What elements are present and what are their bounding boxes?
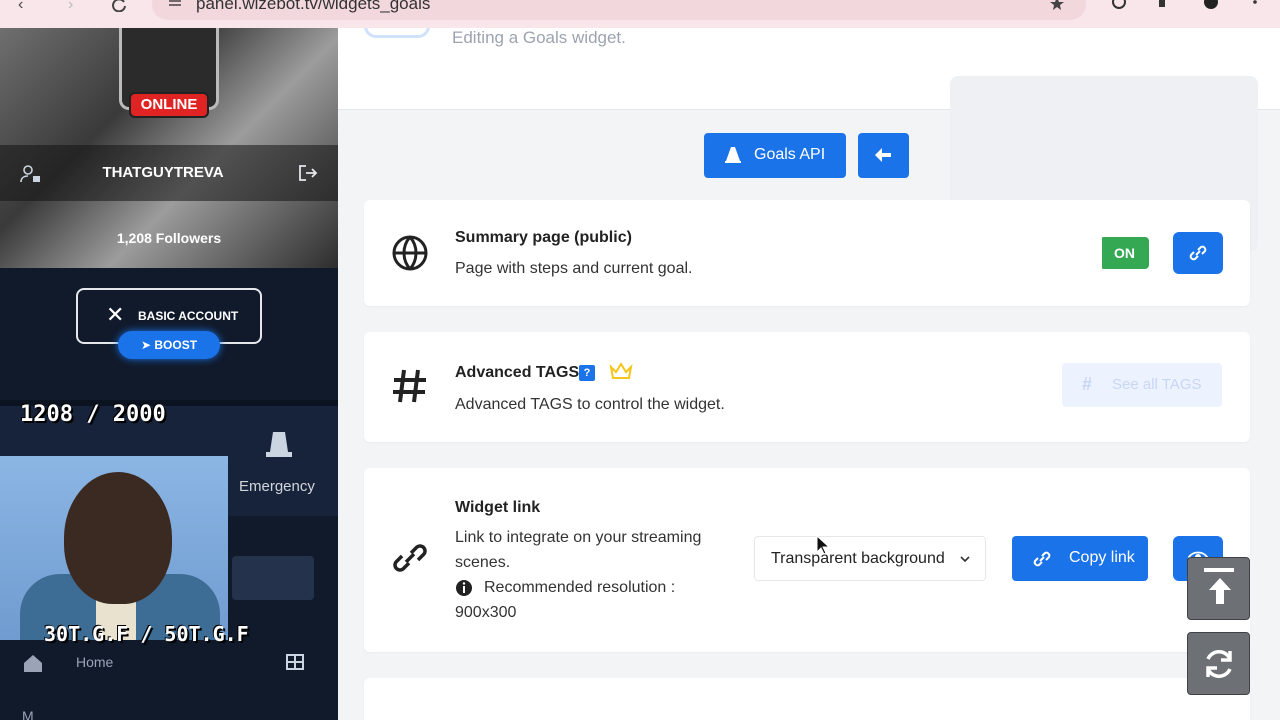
hashtag-icon: # [1082,374,1093,394]
copy-link-button[interactable]: Copy link [1012,536,1148,581]
arrow-up-icon [1209,578,1231,604]
back-icon[interactable]: ‹ [18,0,38,18]
next-card [364,678,1250,720]
card-description: Advanced TAGS to control the widget. [455,396,725,413]
header-pill [364,28,430,38]
background-select[interactable]: Transparent background [754,536,986,581]
back-button[interactable] [858,133,909,178]
goals-api-button[interactable]: Goals API [704,133,846,178]
close-icon: ✕ [106,302,125,327]
sidebar: ONLINE THATGUYTREVA 1,208 Followers ✕ BA… [0,28,338,720]
page-subtitle: Editing a Goals widget. [452,28,626,47]
mouse-cursor-icon [816,535,830,555]
emergency-label[interactable]: Emergency [239,478,315,495]
globe-icon [392,235,428,271]
sidebar-item-home[interactable]: Home [76,654,113,670]
advanced-tags-card: Advanced TAGS ? Advanced TAGS to control… [364,332,1250,442]
profile-avatar-icon[interactable] [1202,0,1220,12]
background-select-value: Transparent background [771,550,945,567]
see-all-tags-button[interactable]: # See all TAGS [1062,363,1222,407]
scroll-to-top-button[interactable] [1187,557,1250,620]
username: THATGUYTREVA [102,164,224,181]
open-link-button[interactable] [1173,232,1223,274]
browser-toolbar: ‹ › panel.wizebot.tv/widgets_goals [0,0,1280,28]
status-badge: ONLINE [129,92,209,118]
boost-label: BOOST [154,338,198,352]
share-icon[interactable] [1156,0,1174,12]
public-toggle[interactable]: ON [1098,237,1149,269]
sidebar-item-partial[interactable]: M [22,708,34,720]
chain-link-icon [393,544,427,572]
main-content: Editing a Goals widget. Goals API Summar… [338,28,1280,720]
chevron-down-icon [960,556,970,563]
url-text[interactable]: panel.wizebot.tv/widgets_goals [196,0,430,14]
card-description: Page with steps and current goal. [455,260,693,277]
boost-button[interactable]: ➤ BOOST [118,331,220,359]
refresh-icon [1206,650,1232,678]
reload-icon[interactable] [110,0,128,12]
site-info-icon[interactable] [168,0,182,8]
link-icon [1189,245,1207,261]
goal-overlay-text: 30T.G.F / 50T.G.F [44,622,249,646]
hashtag-icon [393,369,426,403]
follower-goal-overlay: 1208 / 2000 [20,402,166,427]
extension-icon[interactable] [1110,0,1128,12]
crown-icon [609,362,633,379]
webcam-person-head [64,472,172,604]
resolution-note: Recommended resolution : 900x300 [455,579,676,621]
goals-api-label: Goals API [754,146,826,163]
menu-kebab-icon[interactable] [1246,0,1264,12]
see-all-tags-label: See all TAGS [1112,376,1202,393]
traffic-cone-icon [725,147,741,163]
forward-icon[interactable]: › [68,0,88,18]
summary-page-card: Summary page (public) Page with steps an… [364,200,1250,306]
card-description: Link to integrate on your streaming scen… [455,529,702,571]
link-icon [1033,551,1051,567]
account-type-label: BASIC ACCOUNT [138,309,239,323]
card-title: Summary page (public) [455,229,632,246]
refresh-button[interactable] [1187,632,1250,695]
logout-icon[interactable] [298,164,318,182]
panel-layout-icon[interactable] [286,654,304,670]
help-badge[interactable]: ? [579,365,595,381]
card-title: Widget link [455,499,541,516]
card-title: Advanced TAGS [455,364,580,381]
bookmark-star-icon[interactable] [1048,0,1066,12]
webcam-feed [0,456,228,640]
copy-link-label: Copy link [1069,549,1135,566]
followers-count: 1,208 Followers [116,230,222,246]
home-icon[interactable] [22,652,44,674]
sidebar-item[interactable] [232,556,314,600]
widget-link-card: Widget link Link to integrate on your st… [364,468,1250,652]
arrow-left-icon [875,148,891,162]
emergency-siren-icon[interactable] [264,430,294,458]
